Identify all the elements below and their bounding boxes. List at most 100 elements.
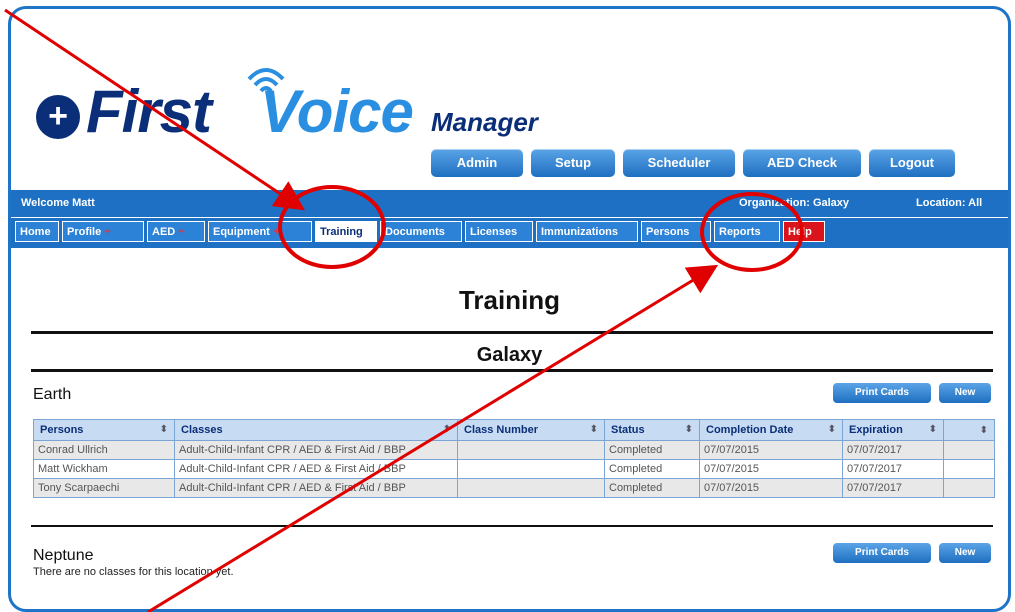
cell-actions: [943, 459, 995, 479]
tab-label: Documents: [385, 226, 445, 238]
tab-profile[interactable]: Profile +: [62, 221, 144, 242]
cell-class: Adult-Child-Infant CPR / AED & First Aid…: [174, 459, 458, 479]
tab-label: AED: [152, 226, 176, 238]
new-button-neptune[interactable]: New: [939, 543, 991, 563]
organization-heading: Galaxy: [476, 344, 543, 366]
cell-person: Tony Scarpaechi: [33, 478, 175, 498]
sort-icon[interactable]: ⬍: [685, 424, 693, 435]
cell-person: Matt Wickham: [33, 459, 175, 479]
logo-manager-text: Manager: [431, 107, 538, 137]
cell-actions: [943, 440, 995, 460]
scheduler-button[interactable]: Scheduler: [623, 149, 735, 177]
tab-bar: Home Profile + AED + Equipment + Trainin…: [11, 218, 1008, 248]
cell-class-number: [457, 459, 605, 479]
logout-button[interactable]: Logout: [869, 149, 955, 177]
column-header-completion-date[interactable]: Completion Date ⬍: [699, 419, 843, 441]
print-cards-button[interactable]: Print Cards: [833, 383, 931, 403]
sort-icon[interactable]: ⬍: [443, 424, 451, 435]
top-navigation: Admin Setup Scheduler AED Check Logout: [431, 149, 955, 177]
column-header-status[interactable]: Status ⬍: [604, 419, 700, 441]
cell-expiration: 07/07/2017: [842, 440, 944, 460]
plus-icon: +: [104, 226, 111, 238]
table-row[interactable]: Conrad Ullrich Adult-Child-Infant CPR / …: [33, 440, 995, 460]
logo-voice-text: Voice: [260, 78, 414, 145]
sort-icon[interactable]: ⬍: [980, 425, 988, 436]
tab-persons[interactable]: Persons: [641, 221, 711, 242]
column-label: Classes: [181, 424, 223, 436]
new-button[interactable]: New: [939, 383, 991, 403]
tab-label: Equipment: [213, 226, 270, 238]
location-text: Location: All: [916, 197, 983, 209]
info-bar: Welcome Matt Organization: Galaxy Locati…: [11, 190, 1008, 217]
column-header-persons[interactable]: Persons ⬍: [33, 419, 175, 441]
location-heading-earth: Earth: [33, 386, 72, 403]
cell-status: Completed: [604, 459, 700, 479]
divider: [31, 369, 993, 372]
aed-check-button[interactable]: AED Check: [743, 149, 861, 177]
plus-icon: +: [178, 226, 185, 238]
tab-home[interactable]: Home: [15, 221, 59, 242]
table-row[interactable]: Tony Scarpaechi Adult-Child-Infant CPR /…: [33, 478, 995, 498]
logo-first-text: First: [86, 78, 212, 145]
tab-label: Profile: [67, 226, 102, 238]
app-frame: + First Voice Manager Admin Setup Schedu…: [8, 6, 1011, 612]
table-header-row: Persons ⬍ Classes ⬍ Class Number ⬍ Status ⬍ …: [33, 419, 995, 441]
cell-completion-date: 07/07/2015: [699, 478, 843, 498]
tab-label: Immunizations: [541, 226, 619, 238]
page-title: Training: [458, 285, 561, 315]
welcome-text: Welcome Matt: [21, 197, 95, 209]
sort-icon[interactable]: ⬍: [929, 424, 937, 435]
cell-class-number: [457, 478, 605, 498]
column-label: Status: [611, 424, 645, 436]
divider: [31, 331, 993, 334]
admin-button[interactable]: Admin: [431, 149, 523, 177]
tab-label: Reports: [719, 226, 761, 238]
cell-completion-date: 07/07/2015: [699, 440, 843, 460]
cell-class: Adult-Child-Infant CPR / AED & First Aid…: [174, 478, 458, 498]
tab-label: Home: [20, 226, 51, 238]
tab-label: Training: [320, 226, 363, 238]
column-label: Class Number: [464, 424, 538, 436]
print-cards-button-neptune[interactable]: Print Cards: [833, 543, 931, 563]
sort-icon[interactable]: ⬍: [160, 424, 168, 435]
sort-icon[interactable]: ⬍: [828, 424, 836, 435]
organization-text: Organization: Galaxy: [739, 197, 850, 209]
tab-aed[interactable]: AED +: [147, 221, 205, 242]
cell-class-number: [457, 440, 605, 460]
cell-actions: [943, 478, 995, 498]
cell-completion-date: 07/07/2015: [699, 459, 843, 479]
setup-button[interactable]: Setup: [531, 149, 615, 177]
tab-documents[interactable]: Documents: [380, 221, 462, 242]
tab-equipment[interactable]: Equipment +: [208, 221, 312, 242]
cell-person: Conrad Ullrich: [33, 440, 175, 460]
column-header-expiration[interactable]: Expiration ⬍: [842, 419, 944, 441]
sort-icon[interactable]: ⬍: [590, 424, 598, 435]
divider: [31, 525, 993, 527]
tab-reports[interactable]: Reports: [714, 221, 780, 242]
plus-icon: +: [272, 226, 280, 238]
training-table: Persons ⬍ Classes ⬍ Class Number ⬍ Status ⬍ …: [33, 419, 995, 498]
cell-class: Adult-Child-Infant CPR / AED & First Aid…: [174, 440, 458, 460]
column-header-actions[interactable]: ⬍: [943, 419, 995, 441]
column-label: Persons: [40, 424, 84, 436]
cell-expiration: 07/07/2017: [842, 478, 944, 498]
column-header-class-number[interactable]: Class Number ⬍: [457, 419, 605, 441]
medical-cross-icon: +: [36, 95, 80, 139]
cell-status: Completed: [604, 440, 700, 460]
location-heading-neptune: Neptune: [33, 547, 94, 564]
table-row[interactable]: Matt Wickham Adult-Child-Infant CPR / AE…: [33, 459, 995, 479]
column-label: Completion Date: [706, 424, 794, 436]
tab-help[interactable]: Help: [783, 221, 825, 242]
firstvoice-logo: + First Voice Manager: [36, 57, 538, 147]
cell-status: Completed: [604, 478, 700, 498]
column-header-classes[interactable]: Classes ⬍: [174, 419, 458, 441]
tab-label: Help: [788, 226, 812, 238]
empty-state-message: There are no classes for this location y…: [33, 566, 234, 578]
column-label: Expiration: [849, 424, 903, 436]
tab-licenses[interactable]: Licenses: [465, 221, 533, 242]
tab-label: Persons: [646, 226, 690, 238]
tab-label: Licenses: [470, 226, 518, 238]
tab-immunizations[interactable]: Immunizations: [536, 221, 638, 242]
tab-training[interactable]: Training: [315, 221, 377, 242]
cell-expiration: 07/07/2017: [842, 459, 944, 479]
